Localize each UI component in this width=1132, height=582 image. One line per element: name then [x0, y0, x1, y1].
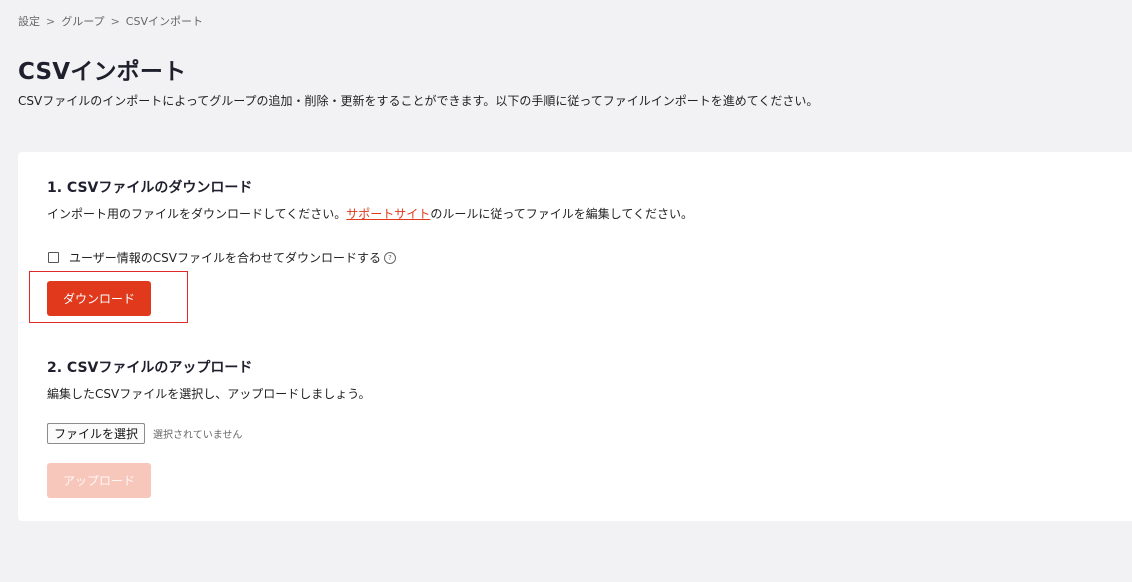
upload-button[interactable]: アップロード — [47, 463, 151, 498]
download-instructions-text-after: のルールに従ってファイルを編集してください。 — [430, 207, 693, 221]
upload-section-heading: 2. CSVファイルのアップロード — [47, 360, 253, 376]
page-title: CSVインポート — [18, 59, 187, 85]
import-card: 1. CSVファイルのダウンロード インポート用のファイルをダウンロードしてくだ… — [18, 152, 1132, 521]
file-picker: ファイルを選択 選択されていません — [47, 423, 242, 444]
download-section-heading: 1. CSVファイルのダウンロード — [47, 180, 253, 196]
breadcrumb-item-csv-import: CSVインポート — [125, 15, 203, 28]
breadcrumb-separator: > — [46, 14, 56, 28]
download-button[interactable]: ダウンロード — [47, 281, 151, 316]
breadcrumb-separator: > — [110, 14, 120, 28]
include-user-info-option[interactable]: ユーザー情報のCSVファイルを合わせてダウンロードする ? — [48, 249, 396, 266]
file-status-text: 選択されていません — [153, 430, 243, 441]
choose-file-button[interactable]: ファイルを選択 — [47, 423, 146, 444]
include-user-info-checkbox[interactable] — [48, 252, 59, 263]
download-instructions: インポート用のファイルをダウンロードしてください。サポートサイトのルールに従って… — [47, 205, 693, 222]
help-icon[interactable]: ? — [383, 251, 396, 264]
breadcrumb-item-groups[interactable]: グループ — [61, 13, 104, 29]
breadcrumb-item-settings[interactable]: 設定 — [18, 13, 40, 29]
support-site-link[interactable]: サポートサイト — [346, 207, 430, 221]
include-user-info-label: ユーザー情報のCSVファイルを合わせてダウンロードする — [69, 251, 381, 265]
breadcrumb: 設定 > グループ > CSVインポート — [18, 13, 203, 29]
page-description: CSVファイルのインポートによってグループの追加・削除・更新をすることができます… — [18, 94, 819, 108]
upload-instructions: 編集したCSVファイルを選択し、アップロードしましょう。 — [47, 387, 371, 401]
download-instructions-text-before: インポート用のファイルをダウンロードしてください。 — [47, 207, 347, 221]
